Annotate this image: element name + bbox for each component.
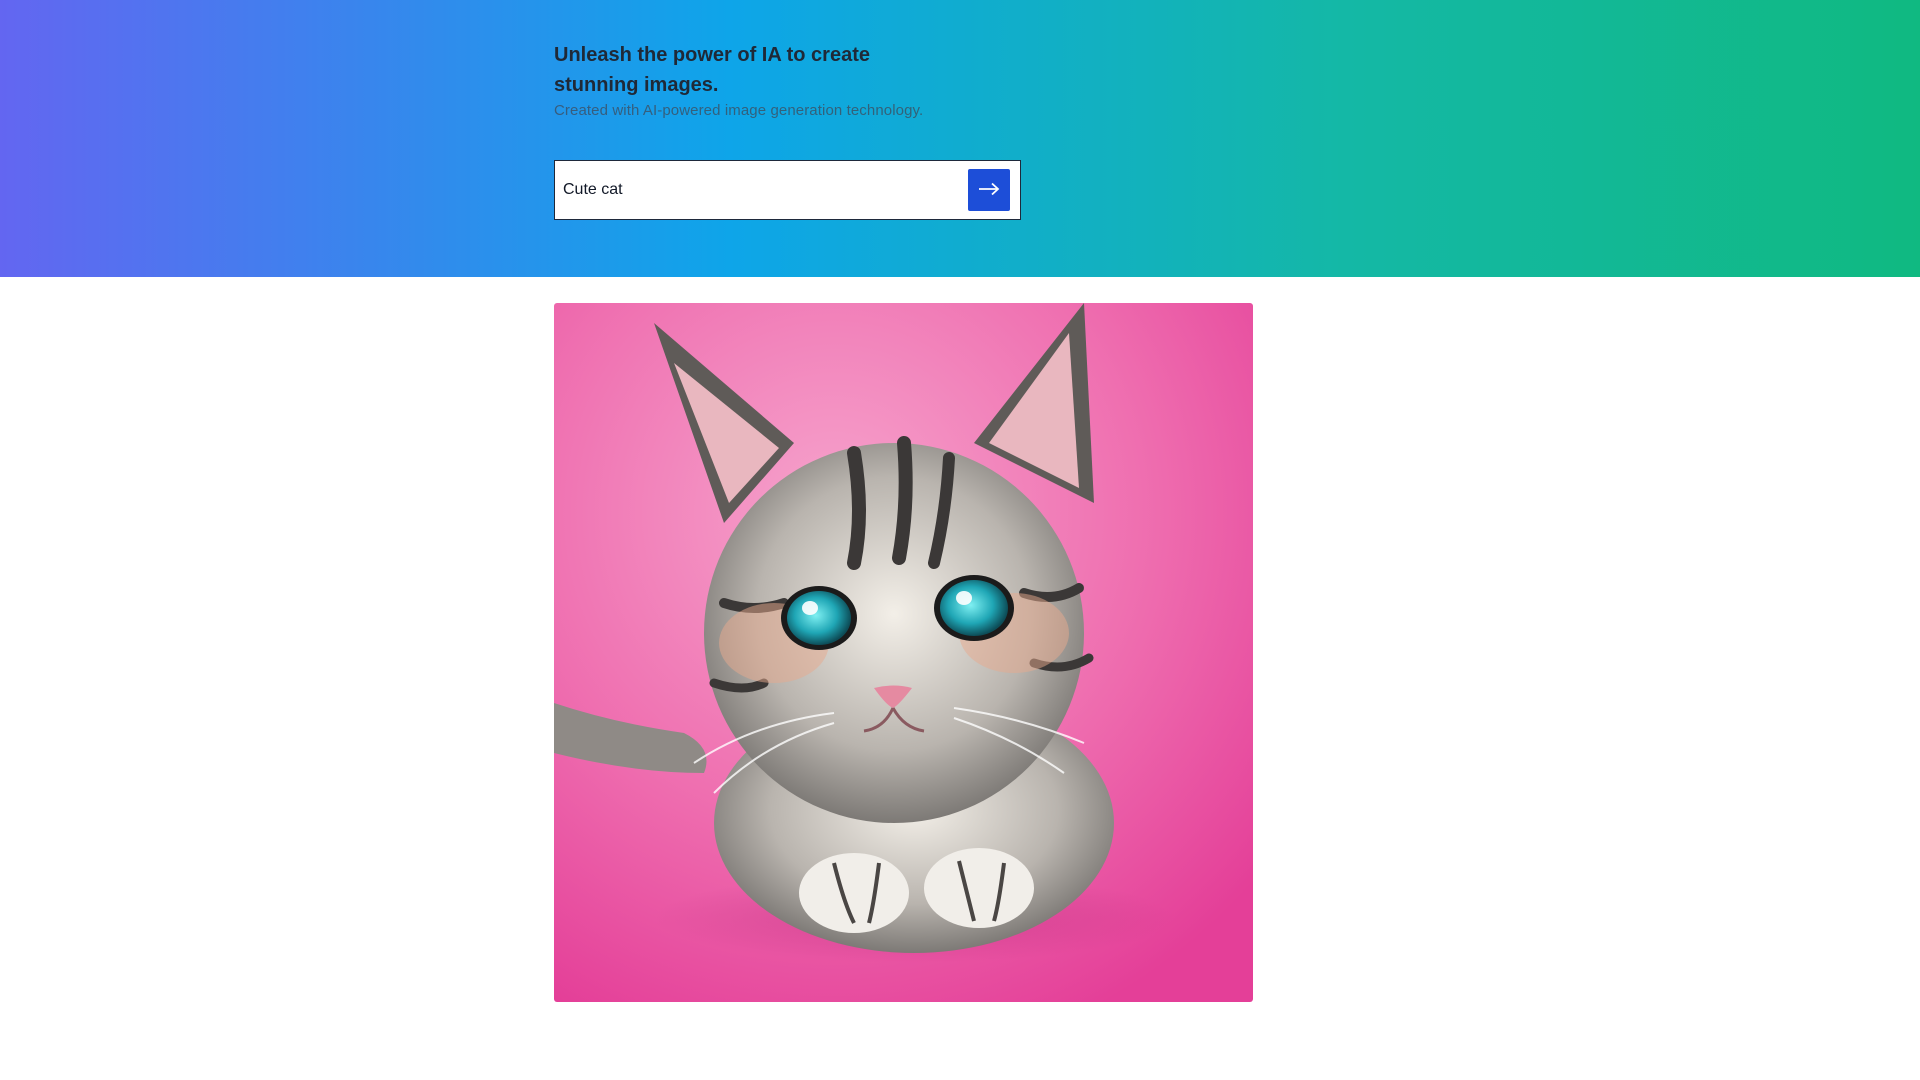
prompt-form xyxy=(554,160,1021,220)
page-subtitle: Created with AI-powered image generation… xyxy=(554,102,924,119)
generated-image xyxy=(554,303,1253,1002)
hero-banner: Unleash the power of IA to create stunni… xyxy=(0,0,1920,277)
prompt-input[interactable] xyxy=(555,161,968,219)
cat-picture xyxy=(554,303,1253,1002)
generate-button[interactable] xyxy=(968,169,1010,211)
page-title: Unleash the power of IA to create stunni… xyxy=(554,44,870,96)
hero-text: Unleash the power of IA to create stunni… xyxy=(554,40,1114,119)
arrow-right-icon xyxy=(978,182,1000,199)
